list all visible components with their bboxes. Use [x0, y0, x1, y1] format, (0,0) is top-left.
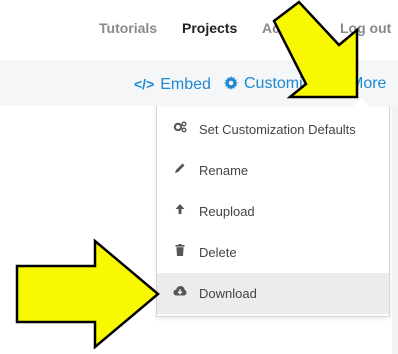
nav-projects-link[interactable]: Projects [182, 20, 237, 36]
cloud-download-icon [173, 273, 187, 314]
menu-item-label: Reupload [199, 204, 255, 219]
menu-item-label: Rename [199, 163, 249, 178]
content-area [0, 106, 156, 354]
menu-item-rename[interactable]: Rename [157, 150, 389, 191]
nav-account-link[interactable]: Acc [262, 20, 288, 36]
menu-item-download[interactable]: Download [157, 273, 389, 314]
more-label: More [350, 75, 387, 92]
menu-item-set-customization-defaults[interactable]: Set Customization Defaults [157, 109, 389, 150]
menu-item-label: Set Customization Defaults [199, 122, 356, 137]
dropdown-caret [353, 98, 369, 106]
gear-icon [224, 76, 238, 90]
top-navigation: Tutorials Projects Acc Log out [0, 0, 398, 60]
embed-label: Embed [160, 76, 211, 93]
menu-item-label: Download [199, 286, 257, 301]
cogs-icon [173, 109, 187, 150]
pencil-icon [173, 150, 187, 191]
trash-icon [173, 232, 187, 273]
customize-label: Customize [244, 75, 320, 92]
customize-button[interactable]: Customize [224, 75, 320, 93]
more-button[interactable]: More [334, 75, 386, 93]
menu-item-delete[interactable]: Delete [157, 232, 389, 273]
project-toolbar: </> Embed Customize More [0, 60, 398, 106]
play-triangle-icon [335, 77, 343, 89]
upload-arrow-icon [173, 191, 187, 232]
right-panel-edge [392, 106, 398, 354]
more-dropdown-menu: Set Customization Defaults Rename Reuplo… [156, 98, 390, 317]
code-icon: </> [134, 76, 155, 92]
nav-tutorials-link[interactable]: Tutorials [99, 20, 157, 36]
nav-logout-link[interactable]: Log out [340, 20, 391, 36]
embed-button[interactable]: </> Embed [134, 75, 211, 94]
menu-item-reupload[interactable]: Reupload [157, 191, 389, 232]
menu-item-label: Delete [199, 245, 237, 260]
